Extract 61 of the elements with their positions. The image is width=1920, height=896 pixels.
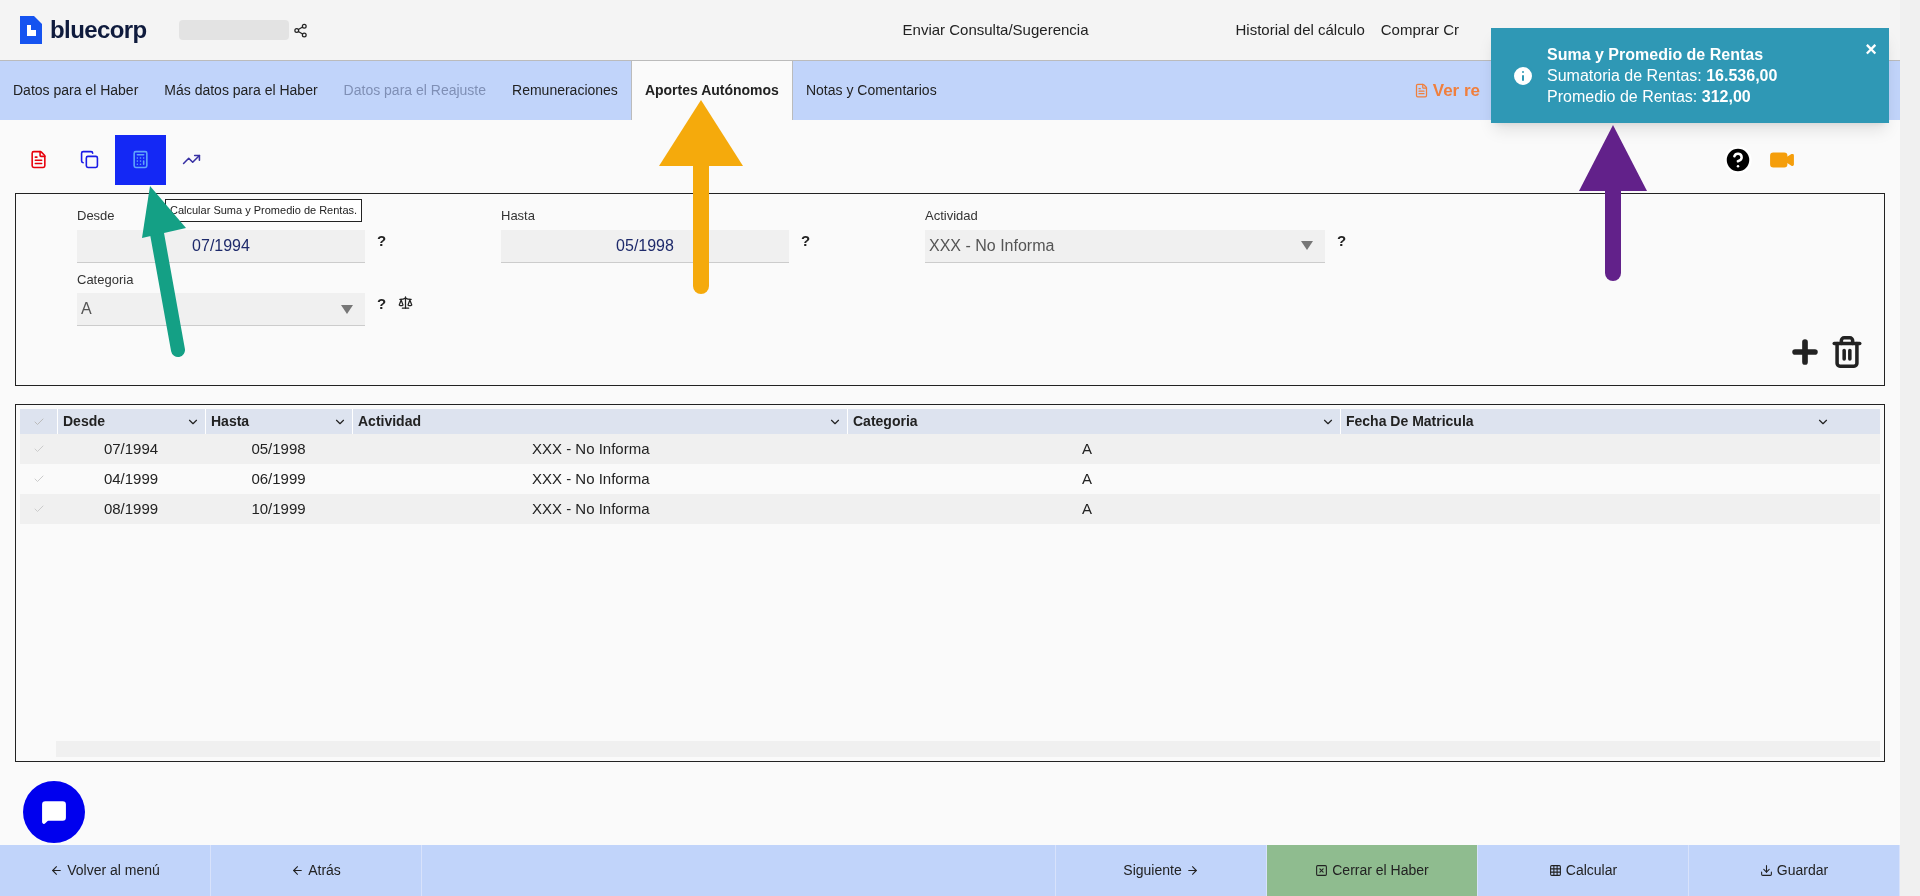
calculator-icon <box>131 150 150 169</box>
tab[interactable]: Datos para el Haber <box>0 61 152 120</box>
delete-icon[interactable] <box>1830 335 1864 369</box>
table-cell-text: XXX - No Informa <box>532 438 650 459</box>
scale-icon[interactable] <box>398 295 414 310</box>
logo-icon <box>18 15 44 45</box>
row-checkbox[interactable] <box>32 443 45 455</box>
field-label: Hasta <box>501 207 535 225</box>
dropdown-icon <box>1301 241 1313 250</box>
scrollbar[interactable] <box>1900 0 1920 896</box>
select-field[interactable]: XXX - No Informa <box>925 229 1325 263</box>
toast-title: Suma y Promedio de Rentas <box>1547 45 1765 65</box>
close-icon <box>1315 864 1329 877</box>
table-cell-text: XXX - No Informa <box>532 498 650 519</box>
footer-button[interactable]: Volver al menú <box>0 845 211 896</box>
share-icon[interactable] <box>292 22 308 38</box>
download-icon <box>1759 864 1773 877</box>
tab[interactable]: Remuneraciones <box>499 61 631 120</box>
header-link[interactable]: Historial del cálculo <box>1235 18 1365 42</box>
row-checkbox[interactable] <box>32 473 45 485</box>
footer-button[interactable]: Calcular <box>1478 845 1689 896</box>
chat-icon <box>41 799 67 825</box>
help-mark[interactable]: ? <box>377 293 387 316</box>
tab[interactable]: Aportes Autónomos <box>630 61 793 120</box>
pdf-icon <box>1413 83 1429 98</box>
logo-text: bluecorp <box>50 15 147 45</box>
field-label: Categoria <box>77 270 134 289</box>
table-cell-text: 05/1998 <box>251 438 306 459</box>
toast-text: Promedio de Rentas: 312,00 <box>1547 87 1752 107</box>
table-cell-text: XXX - No Informa <box>532 468 650 489</box>
grid-icon <box>1548 864 1562 877</box>
help-mark[interactable]: ? <box>801 229 811 252</box>
tab[interactable]: Notas y Comentarios <box>792 61 950 120</box>
help-mark[interactable]: ? <box>1337 229 1347 252</box>
table-cell-text: 08/1999 <box>103 498 159 519</box>
help-mark[interactable]: ? <box>377 229 387 252</box>
table-cell-text: 04/1999 <box>103 468 159 489</box>
tab[interactable]: Más datos para el Haber <box>151 61 331 120</box>
table-cell-text: 07/1994 <box>103 438 159 459</box>
select-field[interactable]: A <box>77 293 365 326</box>
toast-text: Sumatoria de Rentas: 16.536,00 <box>1547 66 1778 86</box>
left-arrow-icon <box>291 864 305 877</box>
footer-button[interactable]: Cerrar el Haber <box>1267 845 1478 896</box>
pdf-icon <box>29 150 48 169</box>
row-checkbox[interactable] <box>32 503 45 515</box>
input-field[interactable]: 05/1998 <box>501 229 789 263</box>
table-cell-text: 06/1999 <box>251 468 306 489</box>
right-arrow-icon <box>1185 864 1199 877</box>
header-link[interactable]: Enviar Consulta/Sugerencia <box>902 18 1089 42</box>
footer-button[interactable]: Atrás <box>211 845 422 896</box>
table-cell-text: A <box>1082 468 1092 489</box>
dropdown-icon <box>341 304 353 314</box>
header-link[interactable]: Comprar Cr <box>1380 18 1460 42</box>
left-arrow-icon <box>50 864 64 877</box>
field-label: Desde <box>77 207 115 225</box>
field-label: Actividad <box>925 207 978 225</box>
table-cell-text: 10/1999 <box>251 498 306 519</box>
input-field[interactable]: 07/1994 <box>77 229 365 263</box>
table-cell-text: A <box>1082 498 1092 519</box>
copy-icon <box>80 150 99 169</box>
table-cell-text: A <box>1082 438 1092 459</box>
